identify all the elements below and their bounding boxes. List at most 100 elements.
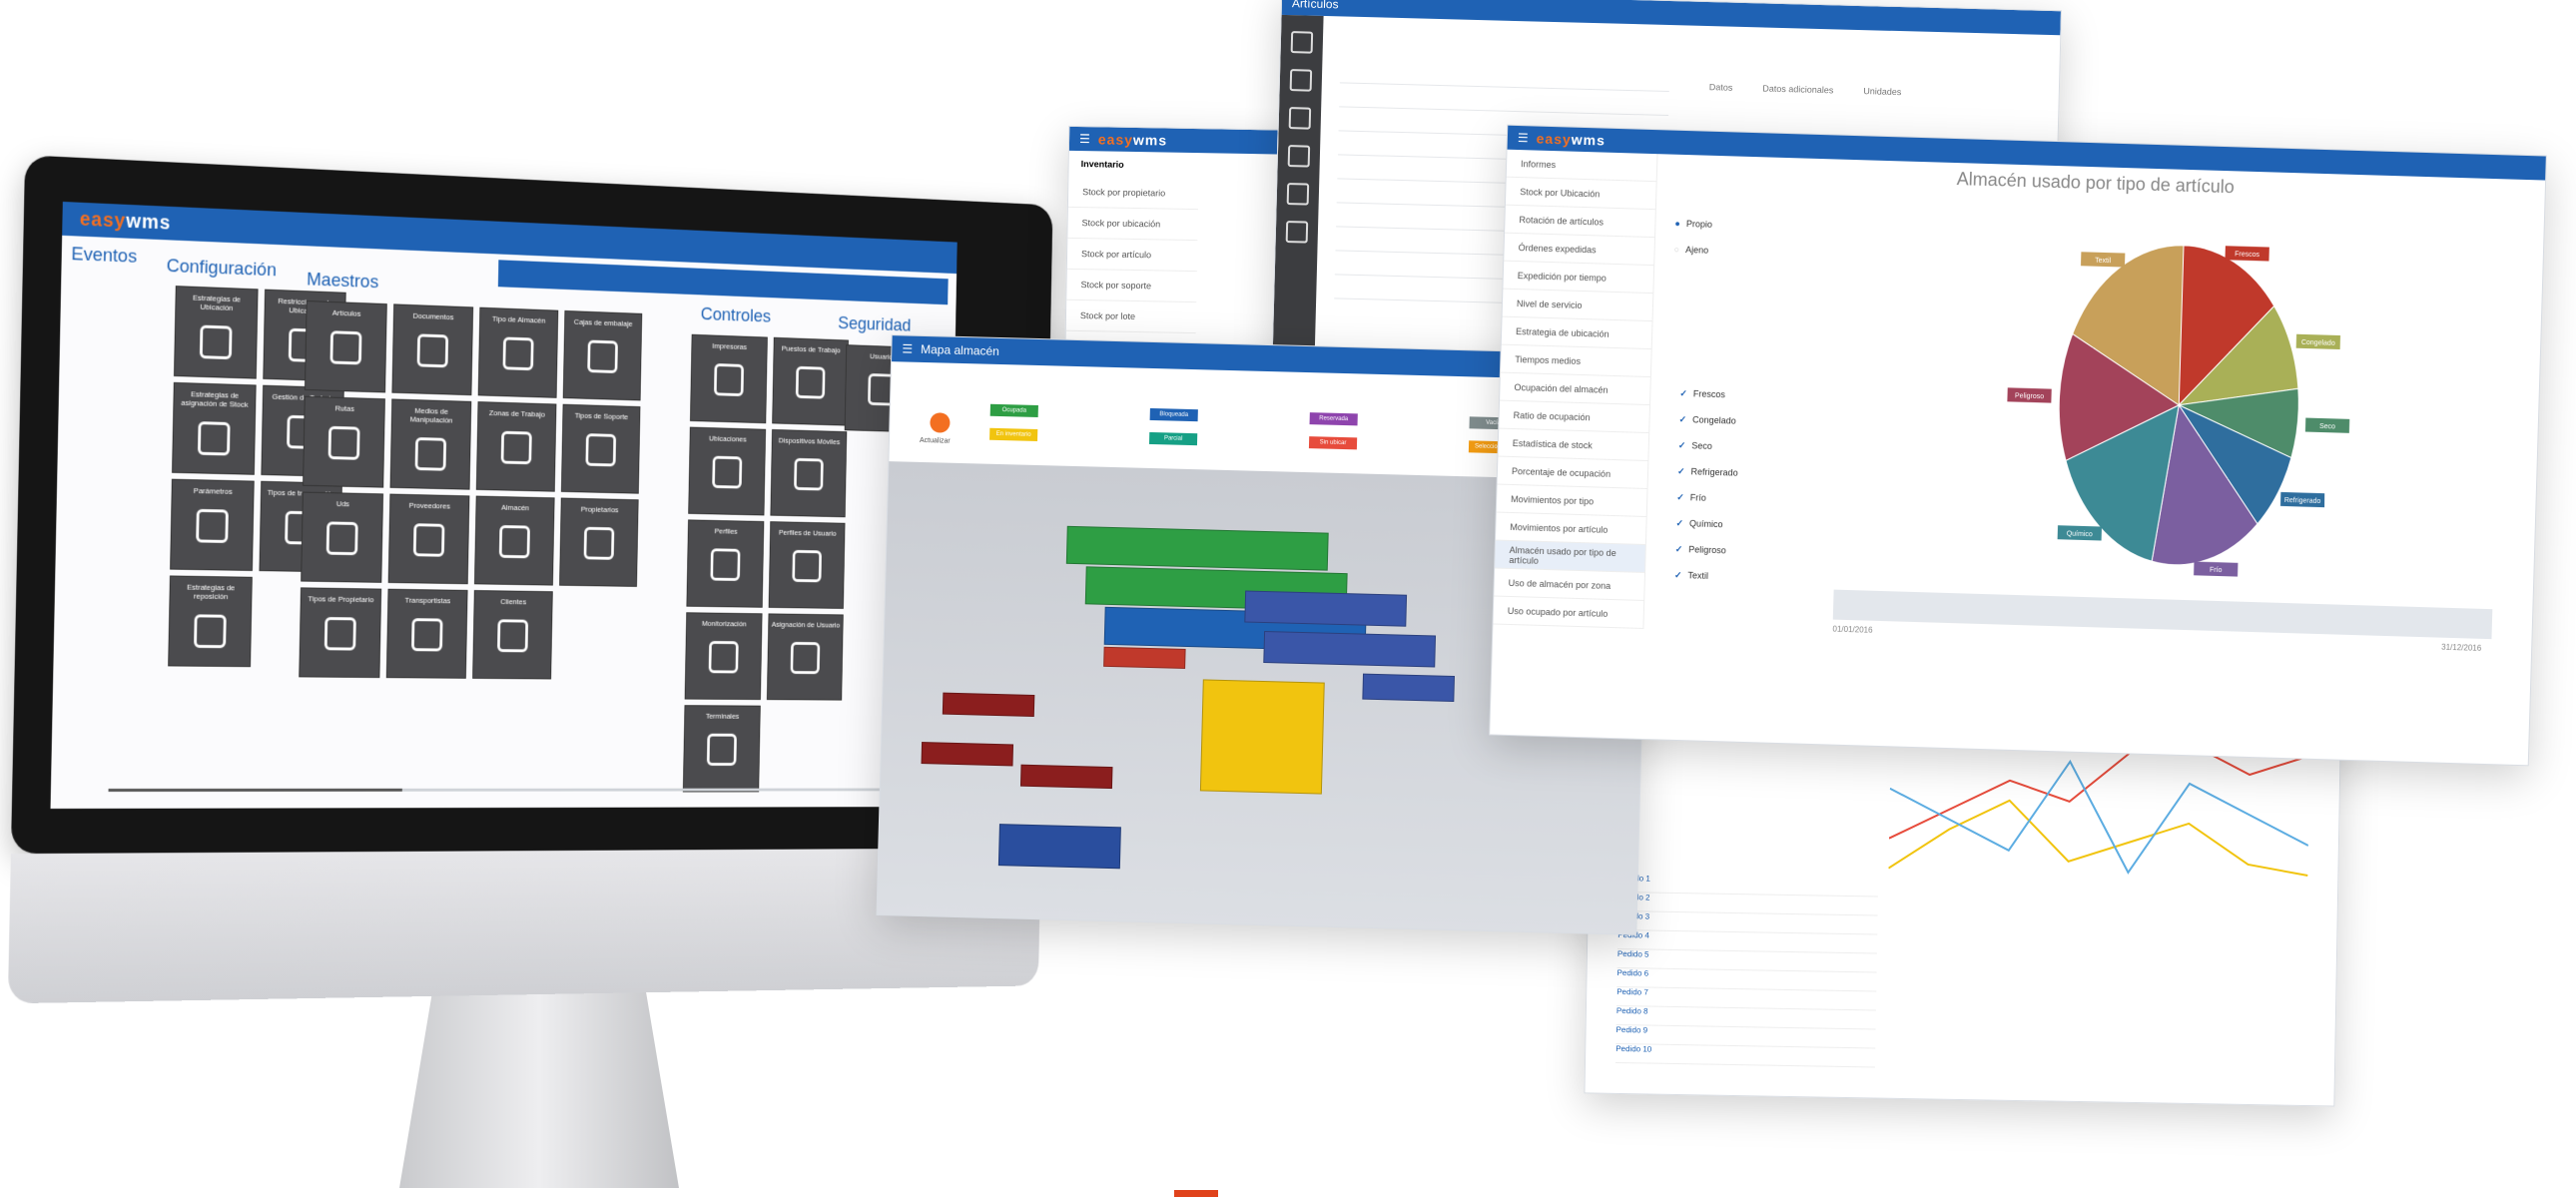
tile-controles-2-icon — [712, 455, 743, 489]
export-icon[interactable] — [1285, 221, 1309, 244]
legend-item-2[interactable]: Reservada — [1309, 412, 1358, 426]
type-filter-list: ✓ Frescos ✓ Congelado ✓ Seco ✓ Refrigerado ✓ Frío… — [1664, 380, 1820, 592]
legend-item-4[interactable]: En inventario — [989, 427, 1038, 441]
range-selector[interactable] — [1832, 589, 2493, 640]
stats-menu-item-13[interactable]: Movimientos por artículo — [1495, 512, 1646, 545]
edit-icon[interactable] — [1287, 145, 1311, 168]
storage-rack-6[interactable] — [942, 692, 1035, 718]
inventory-item-1[interactable]: Stock por ubicación — [1067, 207, 1198, 242]
stats-menu-item-2[interactable]: Rotación de artículos — [1505, 205, 1655, 239]
checkbox-icon: ✓ — [1679, 387, 1688, 398]
inventory-item-2[interactable]: Stock por artículo — [1066, 238, 1198, 273]
tile-maestros-1[interactable]: Documentos — [391, 303, 474, 396]
legend-item-6[interactable]: Sin ubicar — [1308, 436, 1358, 450]
tab-datos-adicionales[interactable]: Datos adicionales — [1762, 83, 1833, 95]
storage-rack-5[interactable] — [1199, 679, 1325, 795]
stats-menu-item-9[interactable]: Ratio de ocupación — [1499, 400, 1650, 434]
legend-item-5[interactable]: Parcial — [1148, 431, 1198, 446]
inventory-logo-b: wms — [1132, 131, 1168, 149]
tile-maestros-13[interactable]: Transportistas — [385, 588, 468, 679]
stats-menu-item-7[interactable]: Tiempos medios — [1500, 344, 1651, 378]
tile-controles-8[interactable]: Terminales — [682, 705, 761, 793]
menu-icon[interactable]: ☰ — [902, 341, 913, 355]
table-row[interactable] — [1339, 106, 1669, 117]
tab-datos[interactable]: Datos — [1709, 82, 1733, 93]
stats-menu-item-6[interactable]: Estrategia de ubicación — [1501, 316, 1652, 350]
tile-controles-3[interactable]: Dispositivos Móviles — [770, 428, 848, 518]
inventory-item-0[interactable]: Stock por propietario — [1067, 176, 1199, 211]
storage-rack-8[interactable] — [1019, 764, 1113, 790]
storage-rack-7[interactable] — [921, 742, 1014, 767]
tile-controles-0[interactable]: Impresoras — [690, 333, 768, 424]
stats-menu-item-14[interactable]: Almacén usado por tipo de artículo — [1495, 540, 1645, 573]
storage-rack-9[interactable] — [997, 824, 1121, 870]
tile-controles-1[interactable]: Puestos de Trabajo — [772, 336, 849, 426]
truck-icon[interactable] — [1288, 107, 1312, 130]
legend-item-1[interactable]: Bloqueada — [1149, 407, 1198, 422]
stats-menu: Informes Stock por Ubicación Rotación de a… — [1493, 149, 1658, 629]
tile-controles-5[interactable]: Perfiles de Usuario — [768, 521, 846, 609]
legend-item-0[interactable]: Ocupada — [989, 403, 1038, 417]
table-row[interactable] — [1339, 82, 1669, 93]
tile-maestros-0[interactable]: Artículos — [304, 300, 387, 393]
tile-maestros-12[interactable]: Tipos de Propietario — [299, 587, 382, 679]
tile-config-6-icon — [194, 614, 227, 649]
tile-maestros-3[interactable]: Cajas de embalaje — [562, 309, 643, 401]
section-controles: Controles — [700, 303, 772, 327]
type-filter-label: Refrigerado — [1690, 466, 1738, 478]
tile-config-6[interactable]: Estrategias de reposición — [168, 575, 253, 668]
stats-menu-item-10[interactable]: Estadística de stock — [1498, 428, 1649, 462]
stats-menu-item-3[interactable]: Órdenes expedidas — [1504, 233, 1655, 267]
inventory-item-4[interactable]: Stock por lote — [1065, 299, 1197, 334]
menu-icon[interactable]: ☰ — [1518, 131, 1529, 145]
stats-menu-item-1[interactable]: Stock por Ubicación — [1505, 177, 1656, 211]
tile-maestros-4[interactable]: Rutas — [303, 395, 385, 488]
tile-maestros-11[interactable]: Propietarios — [559, 497, 639, 587]
storage-rack-0[interactable] — [1065, 525, 1329, 571]
tile-maestros-13-icon — [410, 618, 443, 652]
storage-rack-11[interactable] — [1103, 646, 1186, 669]
stats-menu-item-5[interactable]: Nivel de servicio — [1502, 289, 1653, 322]
tile-controles-5-icon — [792, 549, 822, 583]
tile-maestros-2[interactable]: Tipo de Almacén — [477, 306, 559, 398]
refresh-icon[interactable] — [930, 412, 951, 433]
type-filter-7[interactable]: ✓ Textil — [1664, 562, 1815, 592]
tile-config-0[interactable]: Estrategias de Ubicación — [173, 286, 259, 379]
tile-maestros-0-icon — [329, 330, 362, 365]
filter-ajeno[interactable]: ○ Ajeno — [1663, 236, 1824, 267]
tile-controles-6[interactable]: Monitorización — [684, 612, 763, 701]
storage-rack-4[interactable] — [1263, 631, 1437, 668]
stats-menu-item-8[interactable]: Ocupación del almacén — [1500, 372, 1650, 406]
tile-maestros-8[interactable]: Uds — [301, 491, 384, 583]
pie-label-2: Seco — [2319, 423, 2335, 430]
table-row[interactable]: Pedido 10 — [1614, 1043, 1876, 1068]
menu-icon[interactable]: ☰ — [1079, 132, 1090, 146]
stats-menu-item-15[interactable]: Uso de almacén por zona — [1494, 568, 1645, 601]
tile-maestros-9[interactable]: Proveedores — [387, 493, 470, 585]
storage-rack-10[interactable] — [1362, 673, 1455, 703]
inventory-item-3[interactable]: Stock por soporte — [1066, 269, 1197, 303]
tile-config-2[interactable]: Estrategias de asignación de Stock — [172, 381, 257, 475]
tile-controles-2[interactable]: Ubicaciones — [688, 426, 767, 516]
tile-maestros-10[interactable]: Almacén — [473, 495, 555, 586]
tab-unidades[interactable]: Unidades — [1863, 86, 1901, 97]
stats-menu-item-12[interactable]: Movimientos por tipo — [1496, 484, 1647, 517]
stats-menu-item-0[interactable]: Informes — [1506, 149, 1657, 183]
app-logo[interactable]: easywms — [80, 208, 172, 235]
search-icon[interactable] — [1289, 69, 1313, 92]
stats-menu-item-16[interactable]: Uso ocupado por artículo — [1493, 596, 1644, 629]
tile-controles-7[interactable]: Asignación de Usuario — [766, 613, 844, 701]
tile-maestros-6[interactable]: Zonas de Trabajo — [475, 401, 557, 492]
stats-menu-item-11[interactable]: Porcentaje de ocupación — [1497, 456, 1648, 489]
print-icon[interactable] — [1286, 183, 1310, 206]
tile-maestros-7[interactable]: Tipos de Soporte — [560, 403, 641, 494]
tile-controles-4[interactable]: Perfiles — [686, 519, 765, 608]
tile-maestros-12-label: Tipos de Propietario — [308, 594, 374, 605]
storage-rack-3[interactable] — [1244, 590, 1408, 627]
add-icon[interactable] — [1290, 31, 1314, 54]
tile-config-4[interactable]: Parámetros — [170, 478, 255, 571]
inventory-logo: easywms — [1098, 131, 1168, 148]
tile-maestros-5[interactable]: Medios de Manipulación — [389, 398, 472, 490]
tile-maestros-14[interactable]: Clientes — [472, 590, 553, 680]
stats-menu-item-4[interactable]: Expedición por tiempo — [1503, 261, 1654, 295]
